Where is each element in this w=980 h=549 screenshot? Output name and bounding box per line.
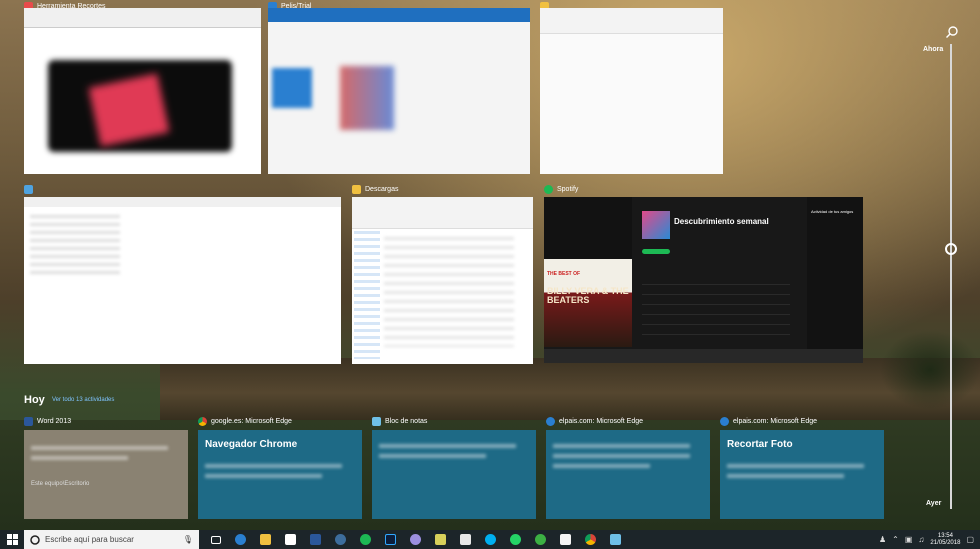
mail-icon[interactable]	[555, 530, 576, 549]
clock[interactable]: 13:54 21/05/2018	[930, 533, 960, 547]
friends-activity: Actividad de tus amigos	[807, 197, 863, 363]
section-title: Hoy	[24, 394, 45, 406]
playlist-title: Descubrimiento semanal	[674, 217, 769, 226]
card-footer: Este equipo\Escritorio	[31, 481, 90, 487]
window-title: Spotify	[557, 185, 579, 193]
timeline-now-label: Ahora	[923, 46, 944, 53]
windows-icon	[6, 534, 18, 545]
spotify-icon[interactable]	[355, 530, 376, 549]
window-title: Descargas	[365, 185, 399, 193]
window-thumbnail-descargas[interactable]: Descargas	[352, 184, 533, 364]
skype-icon[interactable]	[480, 530, 501, 549]
file-explorer-icon[interactable]	[255, 530, 276, 549]
app-icon[interactable]	[455, 530, 476, 549]
card-app-name: Word 2013	[37, 417, 72, 425]
word-icon	[24, 416, 33, 426]
cortana-icon	[30, 534, 40, 545]
window-thumbnail-edge[interactable]: Pelis/Trial	[268, 1, 530, 174]
window-thumbnail-explorer[interactable]	[540, 1, 723, 174]
edge-icon[interactable]	[230, 530, 251, 549]
card-app-name: elpais.com: Microsoft Edge	[733, 417, 818, 425]
activity-card[interactable]: google.es: Microsoft Edge Navegador Chro…	[198, 416, 362, 519]
timeline-yesterday-label: Ayer	[926, 500, 942, 507]
taskbar: Escribe aquí para buscar 🎙 ♟ ⌃ ▣ ♫ 13:54…	[0, 530, 980, 549]
card-app-name: elpais.com: Microsoft Edge	[559, 417, 644, 425]
edge-icon	[546, 416, 555, 426]
app-icon[interactable]	[405, 530, 426, 549]
toolbar	[24, 8, 261, 28]
notepad-icon[interactable]	[605, 530, 626, 549]
task-view-icon[interactable]	[205, 530, 226, 549]
notepad-icon	[372, 416, 381, 426]
network-icon[interactable]: ▣	[905, 535, 913, 544]
wallpaper-tree	[880, 330, 980, 410]
system-tray: ♟ ⌃ ▣ ♫ 13:54 21/05/2018 ▢	[879, 533, 980, 547]
volume-icon[interactable]: ♫	[918, 535, 924, 544]
taskbar-search-box[interactable]: Escribe aquí para buscar 🎙	[24, 530, 199, 549]
spotify-icon	[544, 184, 553, 194]
activity-card[interactable]: elpais.com: Microsoft Edge Recortar Foto	[720, 416, 884, 519]
word-icon[interactable]	[305, 530, 326, 549]
album-cover: THE BEST OF BILLY VERA & THE BEATERS	[544, 259, 632, 347]
edge-icon	[720, 416, 729, 426]
app-icon[interactable]	[430, 530, 451, 549]
player-bar	[544, 349, 863, 363]
whatsapp-icon[interactable]	[505, 530, 526, 549]
playlist-cover	[642, 211, 670, 239]
app-icon[interactable]	[530, 530, 551, 549]
play-button	[642, 249, 670, 254]
spotify-main: Descubrimiento semanal	[636, 197, 798, 363]
people-icon[interactable]: ♟	[879, 535, 886, 544]
notifications-icon[interactable]: ▢	[966, 535, 974, 544]
chrome-icon[interactable]	[580, 530, 601, 549]
window-thumbnail-snipping-tool[interactable]: Herramienta Recortes	[24, 1, 261, 174]
card-title: Recortar Foto	[727, 439, 793, 450]
steam-icon[interactable]	[330, 530, 351, 549]
timeline-scroll-handle[interactable]	[945, 243, 957, 255]
chrome-icon	[198, 416, 207, 426]
search-icon[interactable]	[945, 25, 959, 39]
window-thumbnail-notepad[interactable]	[24, 184, 341, 364]
microphone-icon[interactable]: 🎙	[183, 535, 193, 544]
search-placeholder: Escribe aquí para buscar	[45, 535, 134, 544]
notepad-icon	[24, 184, 33, 194]
photoshop-icon[interactable]	[380, 530, 401, 549]
activity-card[interactable]: Word 2013 Este equipo\Escritorio	[24, 416, 188, 519]
folder-icon	[352, 184, 361, 194]
chevron-up-icon[interactable]: ⌃	[892, 535, 899, 544]
window-thumbnail-spotify[interactable]: Spotify THE BEST OF BILLY VERA & THE BEA…	[544, 184, 863, 363]
timeline-scrollbar[interactable]	[950, 44, 952, 509]
activity-card[interactable]: Bloc de notas	[372, 416, 536, 519]
store-icon[interactable]	[280, 530, 301, 549]
card-title: Navegador Chrome	[205, 439, 298, 450]
card-app-name: Bloc de notas	[385, 417, 428, 425]
card-app-name: google.es: Microsoft Edge	[211, 417, 292, 425]
see-all-activities-link[interactable]: Ver todo 13 actividades	[52, 397, 114, 403]
start-button[interactable]	[0, 530, 24, 549]
activity-card[interactable]: elpais.com: Microsoft Edge	[546, 416, 710, 519]
